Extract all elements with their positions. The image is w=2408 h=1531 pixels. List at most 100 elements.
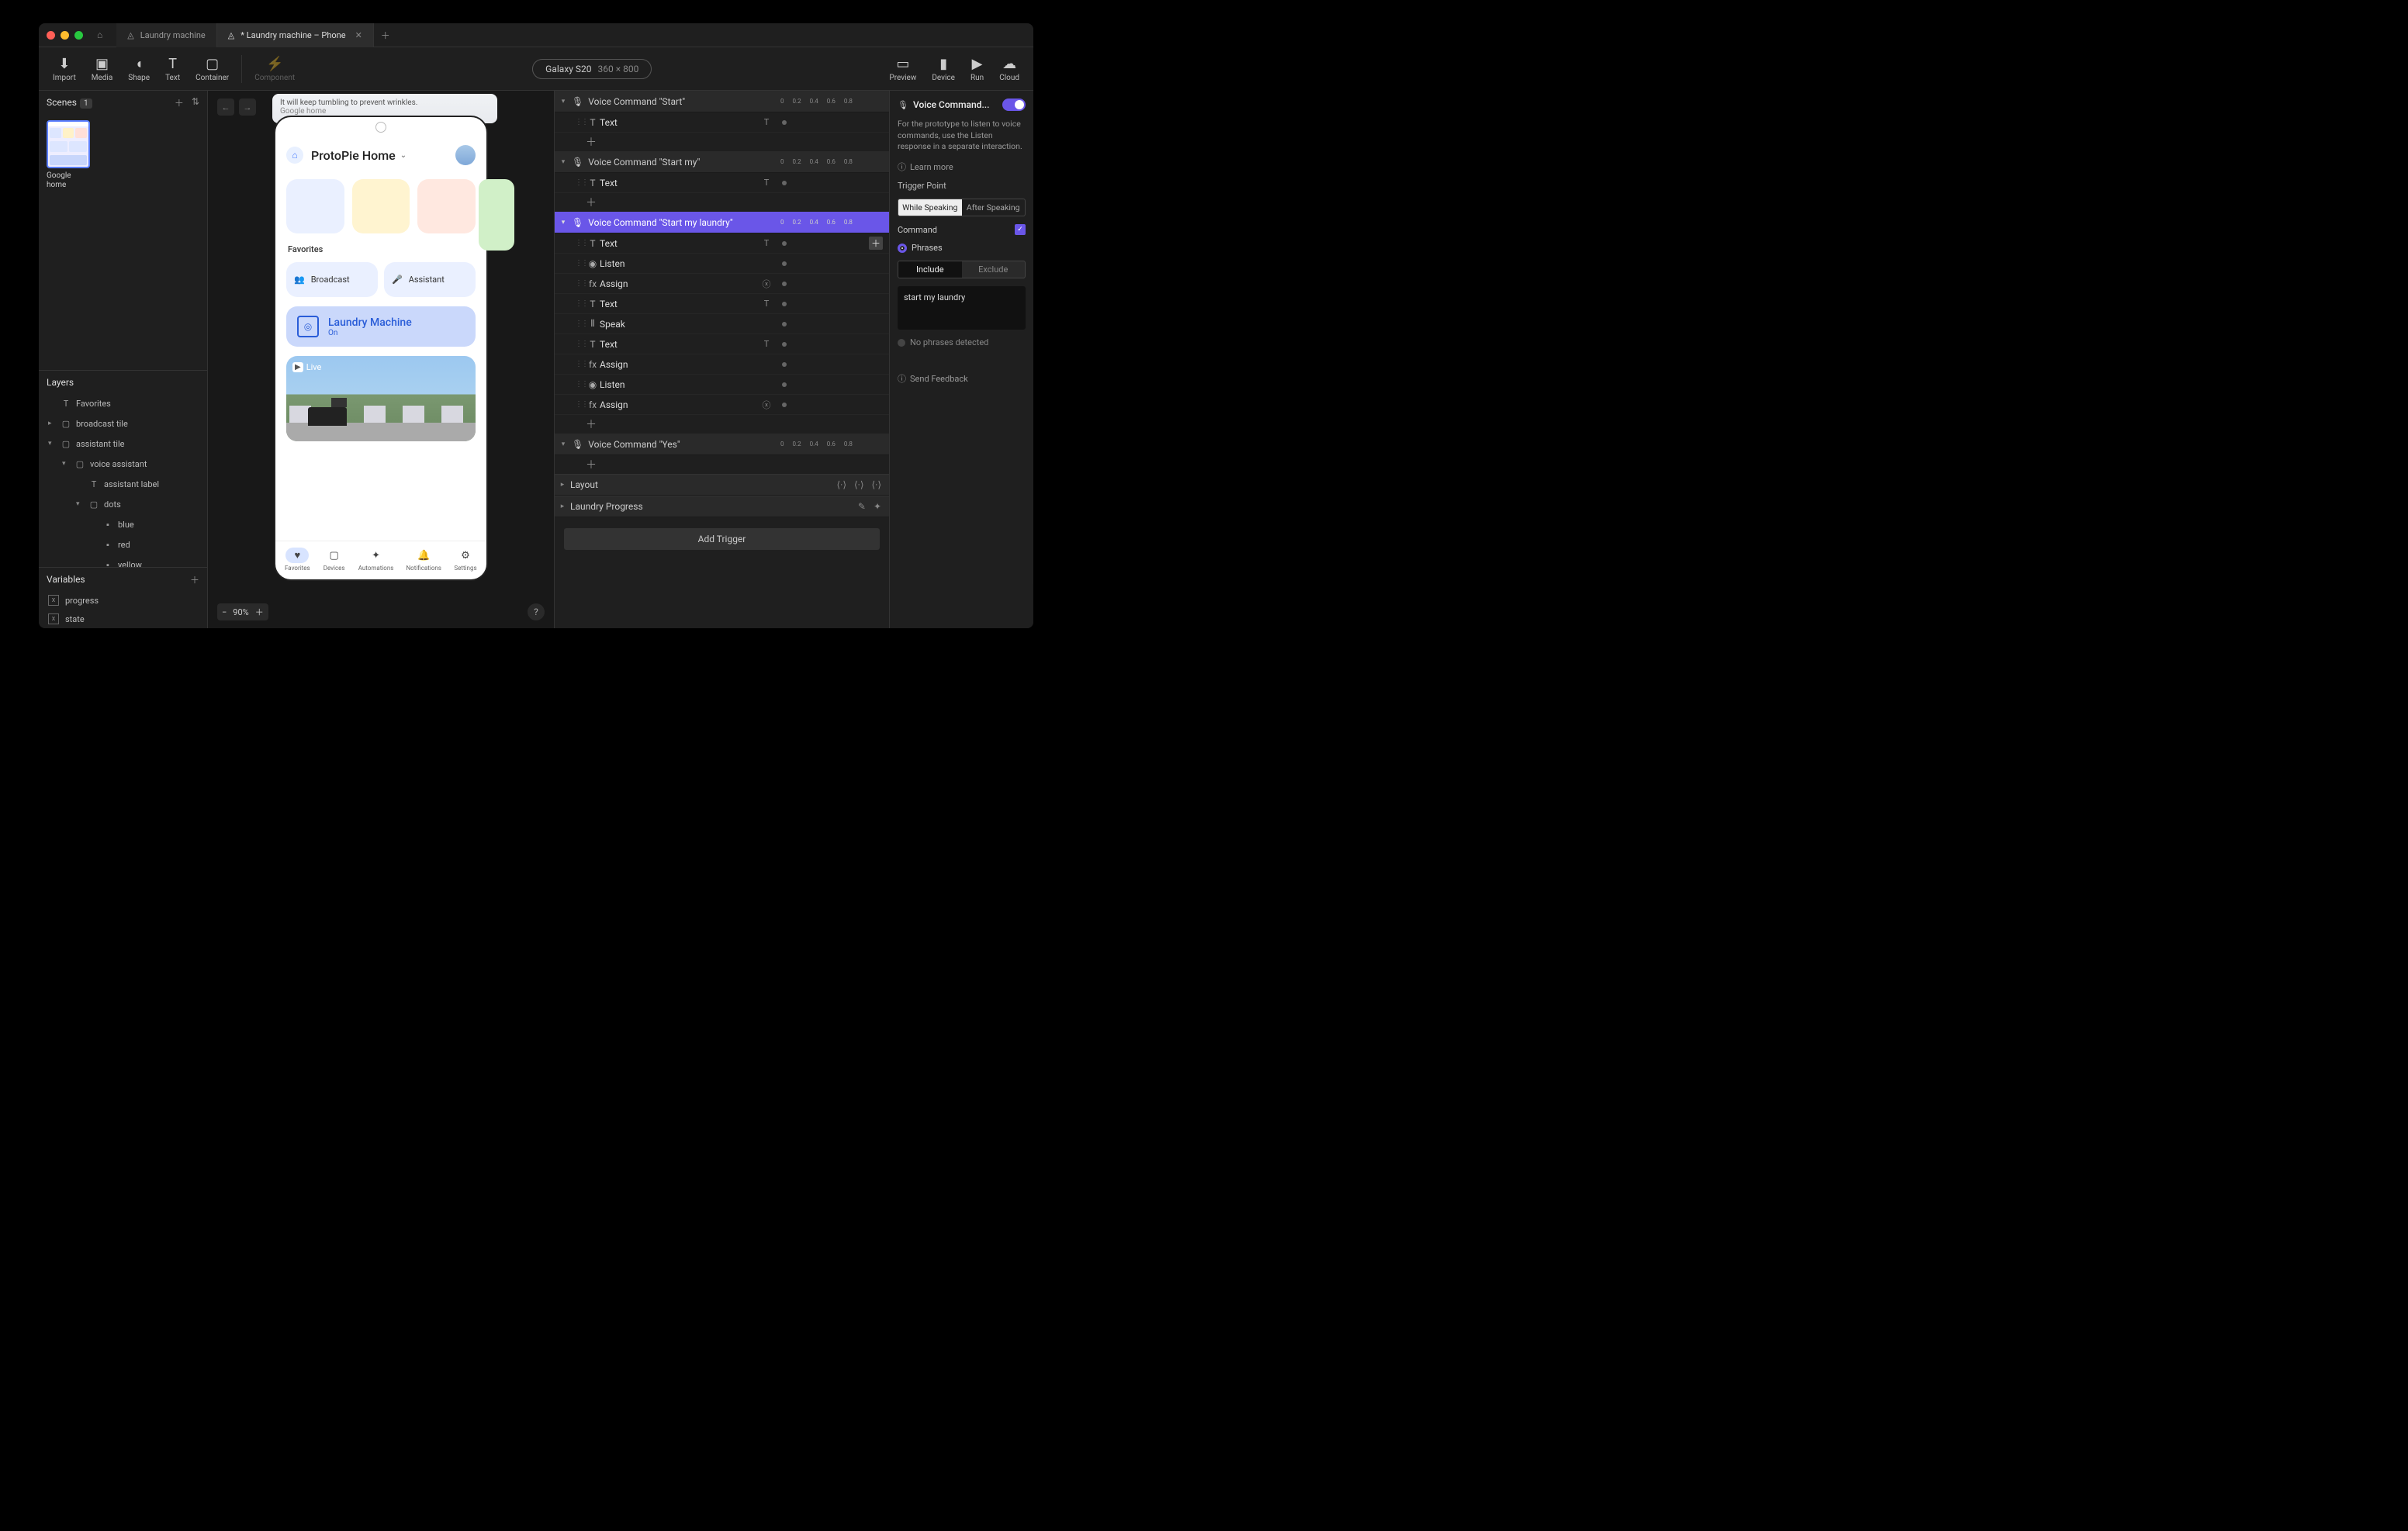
container-button[interactable]: ▢Container <box>188 56 237 82</box>
laundry-card[interactable]: ◎ Laundry MachineOn <box>286 306 476 347</box>
new-tab-button[interactable]: ＋ <box>374 23 397 47</box>
layer-item[interactable]: ▾▢voice assistant <box>39 454 207 474</box>
close-window-button[interactable] <box>47 31 55 40</box>
add-response-button[interactable]: ＋ <box>555 415 889 434</box>
add-variable-icon[interactable]: ＋ <box>190 573 199 586</box>
command-checkbox[interactable]: ✓ <box>1015 224 1026 235</box>
response-row[interactable]: ⋮⋮fxAssign <box>555 354 889 375</box>
quick-tile-1[interactable] <box>286 179 344 233</box>
enable-toggle[interactable] <box>1002 98 1026 111</box>
drag-handle-icon[interactable]: ⋮⋮ <box>575 118 586 126</box>
shape-button[interactable]: ◖Shape <box>120 56 157 82</box>
camera-card[interactable]: ▶Live <box>286 356 476 441</box>
phrase-input[interactable]: start my laundry <box>898 286 1026 330</box>
home-icon[interactable]: ⌂ <box>97 29 102 40</box>
section-row[interactable]: ▸Layout⟨·⟩⟨·⟩⟨·⟩ <box>555 474 889 496</box>
drag-handle-icon[interactable]: ⋮⋮ <box>575 380 586 389</box>
layer-item[interactable]: ▾▢assistant tile <box>39 434 207 454</box>
canvas[interactable]: ← → It will keep tumbling to prevent wri… <box>208 91 554 628</box>
drag-handle-icon[interactable]: ⋮⋮ <box>575 400 586 409</box>
response-row[interactable]: ⋮⋮◉Listen <box>555 254 889 274</box>
drag-handle-icon[interactable]: ⋮⋮ <box>575 320 586 328</box>
trigger-row[interactable]: ▾🎙Voice Command "Start my"00.20.40.60.8 <box>555 151 889 173</box>
seg-after-speaking[interactable]: After Speaking <box>962 199 1026 216</box>
drag-handle-icon[interactable]: ⋮⋮ <box>575 299 586 308</box>
add-trigger-button[interactable]: Add Trigger <box>564 528 880 550</box>
quick-tile-2[interactable] <box>352 179 410 233</box>
learn-more-link[interactable]: ⓘLearn more <box>898 161 1026 173</box>
text-button[interactable]: TText <box>157 56 188 82</box>
section-row[interactable]: ▸Laundry Progress✎✦ <box>555 496 889 517</box>
trigger-row[interactable]: ▾🎙Voice Command "Start"00.20.40.60.8 <box>555 91 889 112</box>
seg-exclude[interactable]: Exclude <box>962 261 1026 278</box>
chevron-down-icon[interactable]: ▾ <box>555 441 572 448</box>
back-button[interactable]: ← <box>217 98 234 116</box>
drag-handle-icon[interactable]: ⋮⋮ <box>575 239 586 247</box>
layer-item[interactable]: ▪red <box>39 534 207 555</box>
layer-item[interactable]: Tassistant label <box>39 474 207 494</box>
include-exclude-segment[interactable]: Include Exclude <box>898 261 1026 278</box>
phone-tab[interactable]: ⚙Settings <box>454 548 477 572</box>
run-button[interactable]: ▶Run <box>963 56 991 82</box>
phone-tab[interactable]: ♥Favorites <box>285 548 310 572</box>
phone-tab[interactable]: ✦Automations <box>358 548 394 572</box>
drag-handle-icon[interactable]: ⋮⋮ <box>575 340 586 348</box>
trigger-row[interactable]: ▾🎙Voice Command "Start my laundry"00.20.… <box>555 212 889 233</box>
send-feedback-link[interactable]: ⓘSend Feedback <box>898 372 1026 385</box>
chevron-right-icon[interactable]: ▸ <box>555 503 570 510</box>
scene-google-home[interactable]: Google home <box>47 120 90 190</box>
phone-tab[interactable]: 🔔Notifications <box>406 548 441 572</box>
broadcast-tile[interactable]: 👥Broadcast <box>286 262 378 297</box>
add-response-button[interactable]: ＋ <box>555 193 889 212</box>
response-row[interactable]: ⋮⋮fxAssignⓧ <box>555 395 889 415</box>
add-response-button[interactable]: ＋ <box>555 133 889 151</box>
phrases-radio[interactable]: Phrases <box>898 243 1026 253</box>
seg-include[interactable]: Include <box>898 261 962 278</box>
avatar[interactable] <box>455 145 476 165</box>
trigger-point-segment[interactable]: While Speaking After Speaking <box>898 199 1026 216</box>
assistant-tile[interactable]: 🎤Assistant <box>384 262 476 297</box>
response-row[interactable]: ⋮⋮TTextT <box>555 294 889 314</box>
phone-title[interactable]: ProtoPie Home⌄ <box>311 148 448 163</box>
layer-item[interactable]: ▪blue <box>39 514 207 534</box>
response-row[interactable]: ⋮⋮TTextT <box>555 112 889 133</box>
device-selector[interactable]: Galaxy S20 360 × 800 <box>532 59 652 79</box>
phone-tab[interactable]: ▢Devices <box>323 548 346 572</box>
close-tab-icon[interactable]: ✕ <box>355 30 362 40</box>
media-button[interactable]: ▣Media <box>84 56 121 82</box>
forward-button[interactable]: → <box>239 98 256 116</box>
layer-item[interactable]: ▸▢broadcast tile <box>39 413 207 434</box>
add-scene-icon[interactable]: ＋ <box>175 96 184 109</box>
phone-preview[interactable]: ⌂ ProtoPie Home⌄ Favorites 👥Broadcast 🎤A… <box>274 116 488 581</box>
minimize-window-button[interactable] <box>61 31 69 40</box>
response-row[interactable]: ⋮⋮TTextT <box>555 334 889 354</box>
drag-handle-icon[interactable]: ⋮⋮ <box>575 259 586 268</box>
tab-laundry-machine[interactable]: ◬ Laundry machine <box>116 23 217 47</box>
add-inline-icon[interactable]: ＋ <box>869 237 883 250</box>
disclosure-arrow-icon[interactable]: ▾ <box>48 440 56 448</box>
drag-handle-icon[interactable]: ⋮⋮ <box>575 360 586 368</box>
chevron-down-icon[interactable]: ▾ <box>555 158 572 166</box>
chevron-down-icon[interactable]: ▾ <box>555 219 572 226</box>
zoom-in-button[interactable]: ＋ <box>255 606 264 618</box>
response-row[interactable]: ⋮⋮⦀Speak <box>555 314 889 334</box>
disclosure-arrow-icon[interactable]: ▾ <box>76 500 84 508</box>
seg-while-speaking[interactable]: While Speaking <box>898 199 962 216</box>
zoom-out-button[interactable]: − <box>222 607 227 617</box>
sort-scenes-icon[interactable]: ⇅ <box>192 96 199 109</box>
preview-button[interactable]: ▭Preview <box>881 56 924 82</box>
layer-item[interactable]: ▪yellow <box>39 555 207 567</box>
drag-handle-icon[interactable]: ⋮⋮ <box>575 279 586 288</box>
chevron-right-icon[interactable]: ▸ <box>555 481 570 489</box>
response-row[interactable]: ⋮⋮TTextT＋ <box>555 233 889 254</box>
add-response-button[interactable]: ＋ <box>555 455 889 474</box>
response-row[interactable]: ⋮⋮fxAssignⓧ <box>555 274 889 294</box>
layer-item[interactable]: TFavorites <box>39 393 207 413</box>
help-button[interactable]: ? <box>528 603 545 620</box>
cloud-button[interactable]: ☁Cloud <box>991 56 1027 82</box>
drag-handle-icon[interactable]: ⋮⋮ <box>575 178 586 187</box>
trigger-row[interactable]: ▾🎙Voice Command "Yes"00.20.40.60.8 <box>555 434 889 455</box>
variable-row[interactable]: xprogress <box>39 591 207 610</box>
disclosure-arrow-icon[interactable]: ▸ <box>48 420 56 427</box>
variable-row[interactable]: xstate <box>39 610 207 628</box>
